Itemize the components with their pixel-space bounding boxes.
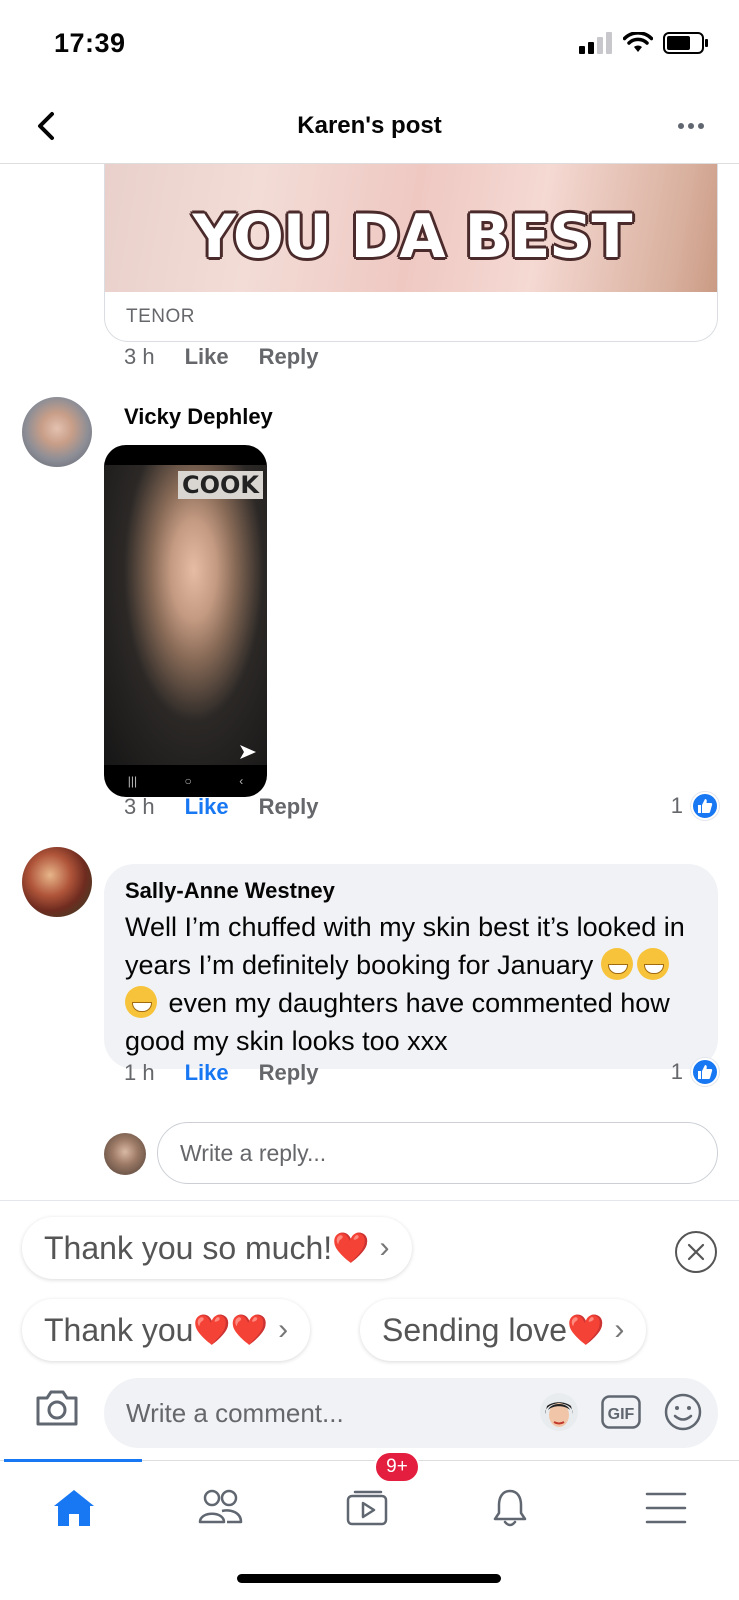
like-button[interactable]: Like	[185, 344, 229, 370]
gif-caption: YOU DA BEST	[192, 202, 633, 272]
gif-icon[interactable]: GIF	[601, 1395, 641, 1429]
page-title: Karen's post	[297, 112, 442, 139]
comment-composer: Write a comment... GIF	[0, 1370, 739, 1455]
close-suggestions-button[interactable]	[675, 1231, 717, 1273]
comments-feed[interactable]: YOU DA BEST TENOR 3 h Like Reply Vicky D…	[0, 164, 739, 1200]
dot-icon	[678, 123, 684, 129]
active-tab-indicator	[4, 1459, 142, 1462]
comment-placeholder: Write a comment...	[126, 1397, 344, 1428]
suggestion-chip[interactable]: Thank you ❤️❤️ ›	[22, 1299, 311, 1361]
camera-icon	[36, 1390, 78, 1426]
tab-menu[interactable]	[636, 1483, 696, 1533]
home-circle-icon: ○	[184, 774, 192, 788]
reply-input[interactable]: Write a reply...	[157, 1122, 718, 1184]
heart-emoji: ❤️	[567, 1313, 605, 1347]
gif-label: GIF	[608, 1406, 635, 1423]
status-bar: 17:39	[0, 0, 739, 90]
suggestion-chip[interactable]: Thank you so much! ❤️ ›	[22, 1217, 412, 1279]
avatar-sticker-icon[interactable]	[539, 1392, 579, 1432]
camera-button[interactable]	[34, 1388, 80, 1434]
comment-time: 1 h	[124, 1060, 155, 1085]
comment-text-part: Well I’m chuffed with my skin best it’s …	[125, 912, 685, 980]
dot-icon	[688, 123, 694, 129]
notification-badge: 9+	[374, 1451, 420, 1483]
suggestion-chip[interactable]: Sending love ❤️ ›	[360, 1299, 647, 1361]
recent-apps-icon: |||	[127, 774, 138, 788]
tab-home[interactable]	[44, 1483, 104, 1533]
play-icon	[240, 745, 256, 759]
thumbs-up-icon	[691, 1058, 719, 1086]
comment-actions: 1 h Like Reply	[124, 1060, 349, 1086]
heart-emoji: ❤️❤️	[193, 1313, 269, 1347]
avatar[interactable]	[22, 847, 92, 917]
commenter-name[interactable]: Vicky Dephley	[124, 404, 273, 430]
tab-notifications[interactable]	[480, 1483, 540, 1533]
reply-button[interactable]: Reply	[259, 794, 319, 820]
home-icon	[54, 1490, 94, 1526]
close-icon	[687, 1243, 705, 1261]
reply-placeholder: Write a reply...	[180, 1139, 327, 1166]
reaction-count[interactable]: 1	[671, 792, 719, 820]
phone-nav-bar: ||| ○ ‹	[104, 765, 267, 797]
grinning-emoji-icon	[636, 948, 669, 980]
grinning-emoji-icon	[600, 948, 633, 980]
thumbs-up-icon	[691, 792, 719, 820]
watch-icon	[346, 1490, 388, 1526]
signal-icon	[579, 32, 612, 54]
post-header: Karen's post	[0, 90, 739, 164]
hamburger-menu-icon	[645, 1492, 687, 1524]
avatar[interactable]	[22, 397, 92, 467]
like-count-number: 1	[670, 793, 683, 818]
commenter-name[interactable]: Sally-Anne Westney	[125, 878, 335, 904]
reply-button[interactable]: Reply	[259, 1060, 319, 1086]
photo-attachment[interactable]: COOK ||| ○ ‹	[104, 445, 267, 797]
tab-friends[interactable]	[190, 1483, 250, 1533]
reply-button[interactable]: Reply	[259, 344, 319, 370]
friends-icon	[198, 1489, 243, 1524]
comment-text: Well I’m chuffed with my skin best it’s …	[125, 908, 705, 1060]
home-indicator[interactable]	[237, 1574, 501, 1583]
gif-source: TENOR	[126, 306, 195, 327]
composer-icons: GIF	[539, 1392, 703, 1432]
dot-icon	[698, 123, 704, 129]
comment-time: 3 h	[124, 344, 155, 369]
heart-emoji: ❤️	[332, 1231, 370, 1265]
comment-time: 3 h	[124, 794, 155, 819]
like-button[interactable]: Like	[185, 794, 229, 820]
suggested-replies: Thank you so much! ❤️ › Thank you ❤️❤️ › Se…	[0, 1200, 739, 1370]
my-avatar	[104, 1133, 146, 1175]
emoji-icon[interactable]	[663, 1392, 703, 1432]
grinning-emoji-icon	[125, 986, 157, 1018]
chevron-right-icon: ›	[614, 1313, 625, 1346]
gif-image: YOU DA BEST	[105, 164, 717, 292]
battery-icon	[663, 32, 708, 54]
more-options-button[interactable]	[671, 108, 711, 144]
status-time: 17:39	[54, 28, 126, 58]
chevron-right-icon: ›	[278, 1313, 289, 1346]
gif-attachment[interactable]: YOU DA BEST TENOR	[104, 164, 718, 342]
bell-icon	[493, 1489, 527, 1527]
tab-watch[interactable]	[338, 1483, 398, 1533]
suggestion-label: Sending love	[382, 1311, 568, 1348]
suggestion-label: Thank you so much!	[44, 1229, 333, 1266]
bottom-tab-bar: 9+	[0, 1451, 739, 1560]
comment-text-part: even my daughters have commented how goo…	[125, 988, 670, 1056]
chevron-right-icon: ›	[379, 1231, 390, 1264]
wifi-icon	[623, 32, 653, 52]
like-count-number: 1	[670, 1059, 683, 1084]
comment-actions: 3 h Like Reply	[124, 344, 349, 370]
back-arrow-icon: ‹	[239, 774, 244, 788]
status-icons	[579, 32, 709, 54]
photo-sign: COOK	[178, 471, 264, 499]
like-button[interactable]: Like	[185, 1060, 229, 1086]
comment-bubble[interactable]: Sally-Anne Westney Well I’m chuffed with…	[104, 864, 718, 1069]
suggestion-label: Thank you	[44, 1311, 194, 1348]
reaction-count[interactable]: 1	[671, 1058, 719, 1086]
selfie-image: COOK	[104, 465, 267, 765]
comment-actions: 3 h Like Reply	[124, 794, 349, 820]
